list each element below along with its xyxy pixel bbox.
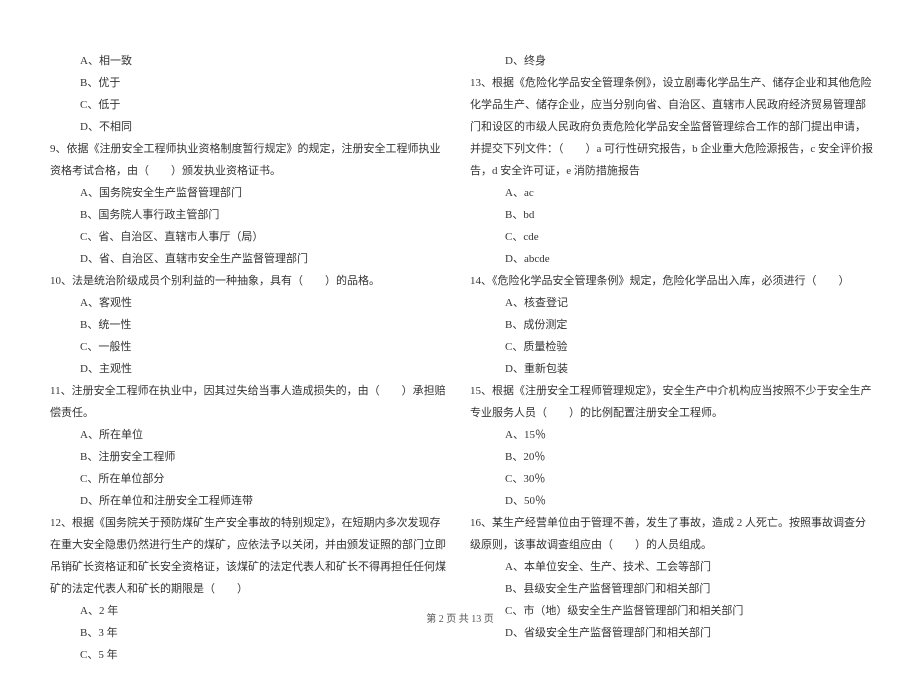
q9-option-d: D、省、自治区、直辖市安全生产监督管理部门: [45, 248, 450, 270]
q14-option-d: D、重新包装: [470, 358, 875, 380]
q13-option-a: A、ac: [470, 182, 875, 204]
q12-option-c: C、5 年: [45, 644, 450, 666]
q13-option-c: C、cde: [470, 226, 875, 248]
q14-option-c: C、质量检验: [470, 336, 875, 358]
q10-option-b: B、统一性: [45, 314, 450, 336]
q8-option-b: B、优于: [45, 72, 450, 94]
q13-option-d: D、abcde: [470, 248, 875, 270]
q9-option-b: B、国务院人事行政主管部门: [45, 204, 450, 226]
q10-option-c: C、一般性: [45, 336, 450, 358]
q13-text: 13、根据《危险化学品安全管理条例》，设立剧毒化学品生产、储存企业和其他危险化学…: [470, 72, 875, 182]
q10-option-a: A、客观性: [45, 292, 450, 314]
q8-option-d: D、不相同: [45, 116, 450, 138]
q9-text: 9、依据《注册安全工程师执业资格制度暂行规定》的规定，注册安全工程师执业资格考试…: [45, 138, 450, 182]
q15-text: 15、根据《注册安全工程师管理规定》，安全生产中介机构应当按照不少于安全生产专业…: [470, 380, 875, 424]
q9-option-a: A、国务院安全生产监督管理部门: [45, 182, 450, 204]
q16-option-a: A、本单位安全、生产、技术、工会等部门: [470, 556, 875, 578]
q8-option-c: C、低于: [45, 94, 450, 116]
q8-option-a: A、相一致: [45, 50, 450, 72]
q12-text: 12、根据《国务院关于预防煤矿生产安全事故的特别规定》，在短期内多次发现存在重大…: [45, 512, 450, 600]
q15-option-d: D、50％: [470, 490, 875, 512]
left-column: A、相一致 B、优于 C、低于 D、不相同 9、依据《注册安全工程师执业资格制度…: [45, 50, 450, 666]
page-content: A、相一致 B、优于 C、低于 D、不相同 9、依据《注册安全工程师执业资格制度…: [0, 0, 920, 696]
q11-option-d: D、所在单位和注册安全工程师连带: [45, 490, 450, 512]
q10-option-d: D、主观性: [45, 358, 450, 380]
q11-option-c: C、所在单位部分: [45, 468, 450, 490]
q9-option-c: C、省、自治区、直辖市人事厅（局）: [45, 226, 450, 248]
q11-option-a: A、所在单位: [45, 424, 450, 446]
q14-option-a: A、核查登记: [470, 292, 875, 314]
q15-option-b: B、20％: [470, 446, 875, 468]
q11-option-b: B、注册安全工程师: [45, 446, 450, 468]
q10-text: 10、法是统治阶级成员个别利益的一种抽象，具有（ ）的品格。: [45, 270, 450, 292]
q15-option-c: C、30％: [470, 468, 875, 490]
right-column: D、终身 13、根据《危险化学品安全管理条例》，设立剧毒化学品生产、储存企业和其…: [470, 50, 875, 666]
page-footer: 第 2 页 共 13 页: [0, 610, 920, 630]
q11-text: 11、注册安全工程师在执业中，因其过失给当事人造成损失的，由（ ）承担赔偿责任。: [45, 380, 450, 424]
q12-option-d: D、终身: [470, 50, 875, 72]
q13-option-b: B、bd: [470, 204, 875, 226]
q14-option-b: B、成份测定: [470, 314, 875, 336]
q14-text: 14、《危险化学品安全管理条例》规定，危险化学品出入库，必须进行（ ）: [470, 270, 875, 292]
q15-option-a: A、15％: [470, 424, 875, 446]
q16-option-b: B、县级安全生产监督管理部门和相关部门: [470, 578, 875, 600]
q16-text: 16、某生产经营单位由于管理不善，发生了事故，造成 2 人死亡。按照事故调查分级…: [470, 512, 875, 556]
